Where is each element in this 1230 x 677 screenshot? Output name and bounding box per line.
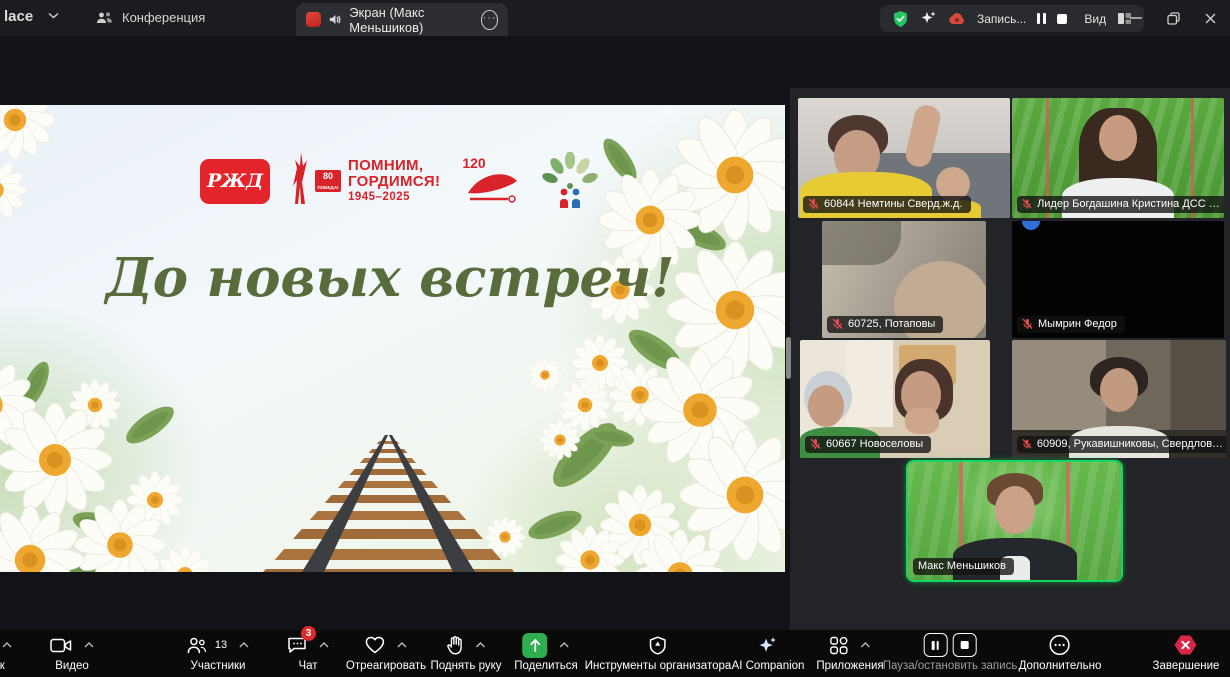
view-button-label[interactable]: Вид bbox=[1084, 12, 1106, 26]
mic-muted-icon bbox=[808, 198, 819, 210]
panel-resize-handle[interactable] bbox=[786, 337, 791, 379]
speaker-icon bbox=[329, 13, 341, 26]
tab-screen-share[interactable]: Экран (Макс Меньшиков) ··· bbox=[296, 3, 508, 36]
meeting-toolbar: Звук Видео 13 Участники 3 Чат bbox=[0, 630, 1230, 677]
participant-name: Лидер Богдашина Кристина ДСС Сверд bbox=[1037, 198, 1223, 210]
end-meeting-button[interactable]: Завершение bbox=[1153, 633, 1220, 672]
restore-button[interactable] bbox=[1154, 0, 1192, 36]
meeting-stage: РЖД 80ПОБЕДА! ПОМНИМ, ГОРДИМСЯ! 1945–202… bbox=[0, 36, 1230, 630]
ai-sparkle-icon[interactable] bbox=[920, 10, 937, 27]
chevron-up-icon[interactable] bbox=[2, 642, 12, 648]
shared-screen-content: РЖД 80ПОБЕДА! ПОМНИМ, ГОРДИМСЯ! 1945–202… bbox=[0, 105, 785, 572]
react-button[interactable]: Отреагировать bbox=[346, 633, 426, 672]
chevron-up-icon[interactable] bbox=[559, 642, 569, 648]
anniversary-120-logo: 120 bbox=[462, 155, 520, 207]
participant-tile[interactable]: 60909, Рукавишниковы, Свердловская… bbox=[1012, 340, 1226, 458]
chevron-up-icon[interactable] bbox=[397, 642, 407, 648]
chat-button[interactable]: 3 Чат bbox=[287, 633, 329, 672]
camera-icon bbox=[50, 638, 72, 653]
chat-badge: 3 bbox=[301, 626, 316, 641]
tab-conference-label: Конференция bbox=[122, 10, 205, 25]
participant-tile[interactable]: Лидер Богдашина Кристина ДСС Сверд bbox=[1012, 98, 1224, 218]
mic-muted-icon bbox=[1022, 438, 1032, 450]
heart-icon bbox=[365, 636, 385, 654]
participant-tile[interactable]: Мымрин Федор bbox=[1012, 221, 1224, 338]
minimize-button[interactable] bbox=[1117, 0, 1155, 36]
tab-screen-share-label: Экран (Макс Меньшиков) bbox=[349, 5, 473, 35]
participant-name: 60725, Потаповы bbox=[848, 318, 935, 330]
mic-muted-icon bbox=[810, 438, 821, 450]
participant-name: 60667 Новоселовы bbox=[826, 438, 923, 450]
participants-button[interactable]: 13 Участники bbox=[187, 633, 249, 672]
tab-conference[interactable]: Конференция bbox=[88, 6, 213, 29]
mic-muted-icon bbox=[1022, 318, 1033, 330]
recording-cloud-icon bbox=[948, 12, 966, 25]
raise-hand-button[interactable]: Поднять руку bbox=[430, 633, 501, 672]
victory-80-logo: 80ПОБЕДА! ПОМНИМ, ГОРДИМСЯ! 1945–2025 bbox=[292, 152, 440, 210]
chevron-up-icon[interactable] bbox=[319, 642, 329, 648]
video-button[interactable]: Видео bbox=[50, 633, 94, 672]
family-tree-logo bbox=[542, 152, 598, 210]
participants-count: 13 bbox=[215, 639, 227, 651]
host-tools-shield-icon bbox=[649, 636, 667, 655]
more-ellipsis-icon bbox=[1049, 634, 1071, 656]
mic-muted-icon bbox=[832, 318, 843, 330]
participant-tile-active-speaker[interactable]: Макс Меньшиков bbox=[906, 460, 1123, 582]
participant-tile[interactable]: 60725, Потаповы bbox=[822, 221, 986, 338]
participant-name: 60844 Немтины Сверд.ж.д. bbox=[824, 198, 963, 210]
participant-name: 60909, Рукавишниковы, Свердловская… bbox=[1037, 438, 1225, 450]
recording-status-label: Запись... bbox=[977, 12, 1026, 26]
pause-recording-button[interactable] bbox=[1037, 13, 1046, 24]
tab-options-button[interactable]: ··· bbox=[481, 10, 498, 30]
meeting-status-pill: Запись... Вид bbox=[880, 5, 1144, 32]
participant-tile[interactable]: 60844 Немтины Сверд.ж.д. bbox=[798, 98, 1010, 218]
workspace-menu[interactable]: lace bbox=[4, 8, 33, 25]
more-button[interactable]: Дополнительно bbox=[1019, 633, 1102, 672]
victory-line2: ГОРДИМСЯ! bbox=[348, 174, 440, 189]
apps-button[interactable]: Приложения bbox=[816, 633, 883, 672]
ai-companion-icon bbox=[758, 636, 778, 655]
victory-years: 1945–2025 bbox=[348, 192, 440, 204]
apps-icon bbox=[829, 636, 848, 655]
share-button[interactable]: Поделиться bbox=[514, 633, 578, 672]
end-meeting-icon bbox=[1174, 634, 1198, 656]
shared-app-icon bbox=[306, 12, 321, 27]
host-tools-button[interactable]: Инструменты организатора bbox=[585, 633, 732, 672]
participants-icon bbox=[187, 637, 207, 654]
chevron-up-icon[interactable] bbox=[239, 642, 249, 648]
pause-recording-icon[interactable] bbox=[924, 633, 948, 657]
people-icon bbox=[96, 11, 113, 25]
ai-companion-button[interactable]: AI Companion bbox=[732, 633, 805, 672]
participant-name: Макс Меньшиков bbox=[918, 560, 1006, 572]
chevron-up-icon[interactable] bbox=[84, 642, 94, 648]
participant-name: Мымрин Федор bbox=[1038, 318, 1117, 330]
chevron-up-icon[interactable] bbox=[475, 642, 485, 648]
stop-recording-button[interactable] bbox=[1057, 14, 1067, 24]
record-control-button[interactable]: Пауза/остановить запись bbox=[883, 633, 1018, 672]
locomotive-swoosh-icon bbox=[462, 155, 520, 207]
rzd-logo: РЖД bbox=[200, 159, 270, 204]
participant-tile[interactable]: 60667 Новоселовы bbox=[800, 340, 990, 458]
slide-title: До новых встреч! bbox=[40, 247, 740, 309]
close-button[interactable] bbox=[1191, 0, 1229, 36]
audio-button[interactable]: Звук bbox=[0, 633, 12, 672]
zoom-meeting-window: lace Конференция Экран (Макс Меньшиков) … bbox=[0, 0, 1230, 677]
chevron-down-icon[interactable] bbox=[48, 12, 59, 19]
mic-muted-icon bbox=[1022, 198, 1032, 210]
motherland-statue-icon bbox=[292, 152, 308, 210]
raised-hand-icon bbox=[446, 636, 463, 655]
victory-line1: ПОМНИМ, bbox=[348, 158, 440, 173]
slide-logos-row: РЖД 80ПОБЕДА! ПОМНИМ, ГОРДИМСЯ! 1945–202… bbox=[200, 149, 598, 213]
stop-recording-icon[interactable] bbox=[953, 633, 977, 657]
titlebar: lace Конференция Экран (Макс Меньшиков) … bbox=[0, 0, 1230, 36]
security-shield-icon[interactable] bbox=[892, 10, 909, 28]
share-icon bbox=[522, 633, 547, 658]
chevron-up-icon[interactable] bbox=[860, 642, 870, 648]
